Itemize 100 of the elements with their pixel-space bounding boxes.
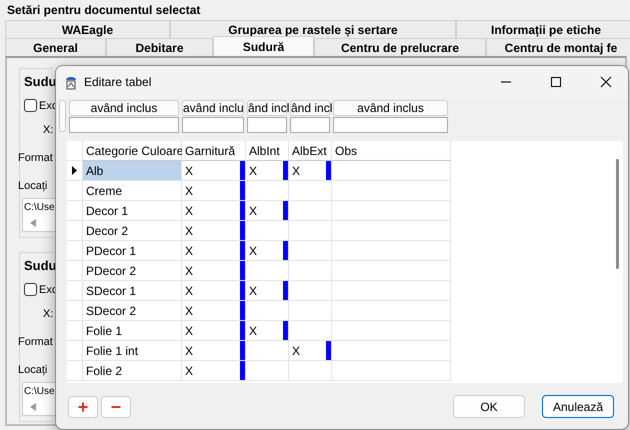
- table-cell[interactable]: [289, 261, 332, 281]
- checkbox[interactable]: [24, 283, 37, 296]
- flag-marker: [283, 241, 288, 260]
- tab[interactable]: General: [5, 38, 106, 56]
- column-header[interactable]: Obs: [332, 141, 451, 161]
- table-cell[interactable]: [246, 261, 289, 281]
- scrollbar-thumb[interactable]: [616, 159, 618, 269]
- table-cell[interactable]: X: [182, 301, 246, 321]
- table-cell[interactable]: [289, 281, 332, 301]
- filter-input[interactable]: [247, 117, 287, 133]
- table-cell[interactable]: X: [182, 181, 246, 201]
- table-cell[interactable]: X: [246, 281, 289, 301]
- table-cell[interactable]: X: [182, 201, 246, 221]
- table-cell[interactable]: [246, 361, 289, 381]
- maximize-icon: [550, 76, 562, 88]
- tab[interactable]: Debitare: [106, 38, 213, 56]
- column-header[interactable]: AlbExt: [289, 141, 332, 161]
- table-cell[interactable]: [332, 281, 451, 301]
- checkbox[interactable]: [24, 99, 37, 112]
- splitter-handle[interactable]: [59, 100, 66, 132]
- table-cell[interactable]: X: [182, 241, 246, 261]
- column-header[interactable]: AlbInt: [246, 141, 289, 161]
- filter-input[interactable]: [333, 117, 448, 133]
- table-cell[interactable]: X: [246, 241, 289, 261]
- tab[interactable]: Informații pe etiche: [456, 20, 630, 38]
- filter-input[interactable]: [69, 117, 179, 133]
- table-cell[interactable]: [332, 201, 451, 221]
- table-cell[interactable]: [332, 261, 451, 281]
- tab[interactable]: Gruparea pe rastele și sertare: [170, 20, 456, 38]
- table-cell[interactable]: [289, 301, 332, 321]
- field-label: Format: [18, 152, 53, 164]
- table-cell[interactable]: [332, 241, 451, 261]
- table-cell[interactable]: X: [246, 201, 289, 221]
- filter-input[interactable]: [182, 117, 244, 133]
- table-cell[interactable]: PDecor 1: [83, 241, 182, 261]
- table-cell[interactable]: [246, 221, 289, 241]
- table-cell[interactable]: PDecor 2: [83, 261, 182, 281]
- flag-marker: [326, 161, 331, 180]
- cancel-button[interactable]: Anulează: [542, 395, 614, 418]
- table-cell[interactable]: X: [182, 281, 246, 301]
- cell-text: X: [185, 204, 194, 218]
- tab[interactable]: Centru de montaj fe: [486, 38, 630, 56]
- table-cell[interactable]: [246, 341, 289, 361]
- table-cell[interactable]: [289, 241, 332, 261]
- ok-button[interactable]: OK: [453, 395, 525, 418]
- filter-header[interactable]: ând incl: [290, 100, 330, 116]
- filter-header[interactable]: având inclus: [333, 100, 448, 116]
- table-cell[interactable]: SDecor 2: [83, 301, 182, 321]
- table-cell[interactable]: [332, 361, 451, 381]
- tab[interactable]: WAEagle: [5, 20, 170, 38]
- table-cell[interactable]: [246, 301, 289, 321]
- table-cell[interactable]: [246, 181, 289, 201]
- column-header[interactable]: Categorie Culoare: [83, 141, 182, 161]
- cell-text: X: [185, 364, 194, 378]
- table-cell[interactable]: [332, 181, 451, 201]
- table-cell[interactable]: [289, 181, 332, 201]
- remove-button[interactable]: −: [101, 396, 131, 418]
- table-cell[interactable]: [332, 161, 451, 181]
- table-cell[interactable]: Folie 1: [83, 321, 182, 341]
- table-cell[interactable]: Decor 2: [83, 221, 182, 241]
- table-cell[interactable]: [289, 221, 332, 241]
- filter-input[interactable]: [290, 117, 330, 133]
- filter-header[interactable]: având inclus: [69, 100, 179, 116]
- table-cell[interactable]: X: [289, 161, 332, 181]
- tab[interactable]: Sudură: [213, 36, 314, 56]
- table-cell[interactable]: X: [246, 321, 289, 341]
- table-cell[interactable]: Creme: [83, 181, 182, 201]
- table-cell[interactable]: X: [246, 161, 289, 181]
- scroll-left-icon[interactable]: [30, 219, 36, 227]
- table-cell[interactable]: X: [182, 261, 246, 281]
- table-cell[interactable]: [289, 201, 332, 221]
- scroll-left-icon[interactable]: [30, 403, 36, 411]
- table-cell[interactable]: Folie 2: [83, 361, 182, 381]
- table-cell[interactable]: Decor 1: [83, 201, 182, 221]
- add-button[interactable]: +: [68, 396, 98, 418]
- table-cell[interactable]: [332, 341, 451, 361]
- table-cell[interactable]: Alb: [83, 161, 182, 181]
- cell-text: X: [249, 244, 258, 258]
- table-cell[interactable]: SDecor 1: [83, 281, 182, 301]
- path-field[interactable]: C:\Use: [22, 382, 56, 416]
- tab[interactable]: Centru de prelucrare: [314, 38, 486, 56]
- filter-header[interactable]: având inclu: [182, 100, 244, 116]
- table-cell[interactable]: X: [182, 221, 246, 241]
- column-header[interactable]: Garnitură: [182, 141, 246, 161]
- table-cell[interactable]: X: [289, 341, 332, 361]
- table-cell[interactable]: [289, 321, 332, 341]
- table-cell[interactable]: [332, 221, 451, 241]
- table-cell[interactable]: X: [182, 341, 246, 361]
- flag-marker: [283, 321, 288, 340]
- filter-header[interactable]: ând incl: [247, 100, 287, 116]
- field-label: Locați: [18, 180, 48, 192]
- table-cell[interactable]: X: [182, 361, 246, 381]
- window-title: Setări pentru documentul selectat: [6, 2, 202, 19]
- table-cell[interactable]: [332, 321, 451, 341]
- table-cell[interactable]: X: [182, 161, 246, 181]
- table-cell[interactable]: Folie 1 int: [83, 341, 182, 361]
- table-cell[interactable]: [332, 301, 451, 321]
- table-cell[interactable]: X: [182, 321, 246, 341]
- path-field[interactable]: C:\Use: [22, 198, 56, 232]
- table-cell[interactable]: [289, 361, 332, 381]
